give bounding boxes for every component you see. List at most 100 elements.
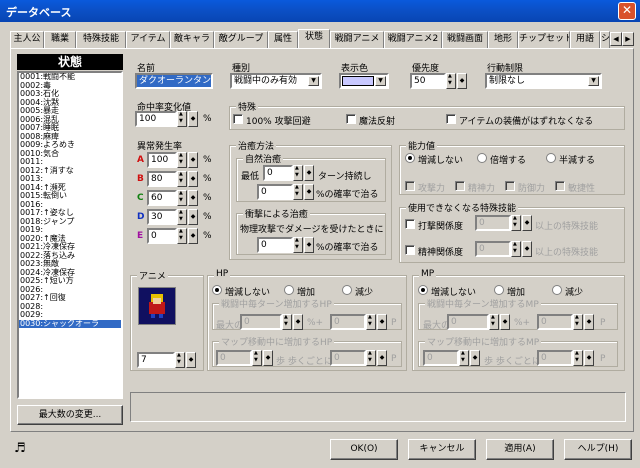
chevron-down-icon[interactable]: ▼ [588,76,599,86]
strike-spinner[interactable] [511,215,521,231]
strike-updown-icon[interactable]: ◆ [522,215,532,231]
min-turn-updown-icon[interactable]: ◆ [304,165,314,181]
tab-enemy-group[interactable]: 敵グループ [214,31,268,48]
equip-lock-checkbox[interactable] [446,114,456,124]
ok-button[interactable]: OK(O) [330,439,398,460]
help-button[interactable]: ヘルプ(H) [564,439,632,460]
anime-spinner[interactable] [175,352,185,368]
hit-updown-icon[interactable]: ◆ [188,111,198,127]
mp-step-input[interactable]: 0 [423,350,459,366]
state-list[interactable]: 0001:戦闘不能 0002:毒 0003:石化 0004:沈黙 0005:暴走 0006… [17,71,123,399]
tab-state[interactable]: 状態 [298,29,330,48]
shock-rate-spinner[interactable] [293,237,303,253]
min-turn-spinner[interactable] [293,165,303,181]
rate-spinner[interactable] [177,228,187,244]
hp-step-input[interactable]: 0 [216,350,252,366]
mp-plus-input[interactable]: 0 [537,314,573,330]
rate-spinner[interactable] [177,209,187,225]
mp-max-input[interactable]: 0 [447,314,489,330]
rate-updown-icon[interactable]: ◆ [188,209,198,225]
evade-checkbox[interactable] [233,114,243,124]
hp-step-spinner[interactable] [252,350,262,366]
ability-half-radio[interactable] [546,153,556,163]
tab-skill[interactable]: 特殊技能 [76,31,126,48]
tab-scroll-left-icon[interactable]: ◀ [610,32,622,46]
list-item[interactable]: 0030:シャックオーラ [19,319,121,328]
rate-updown-icon[interactable]: ◆ [188,171,198,187]
hp-max-updown-icon[interactable]: ◆ [293,314,303,330]
rate-input[interactable]: 80 [147,171,177,187]
nat-rate-spinner[interactable] [293,184,303,200]
mp-step-amount-input[interactable]: 0 [537,350,573,366]
priority-spinner[interactable] [446,73,456,89]
hp-max-input[interactable]: 0 [240,314,282,330]
mind-spinner[interactable] [511,241,521,257]
hp-plus-updown-icon[interactable]: ◆ [377,314,387,330]
hp-step-amount-spinner[interactable] [366,350,376,366]
priority-updown-icon[interactable]: ◆ [457,73,467,89]
mp-dec-radio[interactable] [552,285,562,295]
rate-input[interactable]: 60 [147,190,177,206]
hp-inc-radio[interactable] [284,285,294,295]
priority-input[interactable]: 50 [410,73,446,89]
tab-hero[interactable]: 主人公 [10,31,44,48]
anime-updown-icon[interactable]: ◆ [186,352,196,368]
min-turn-input[interactable]: 0 [263,165,293,181]
mind-input[interactable]: 0 [475,241,511,257]
hp-step-amount-input[interactable]: 0 [330,350,366,366]
tab-battle-screen[interactable]: 戦闘画面 [442,31,488,48]
tab-item[interactable]: アイテム [126,31,170,48]
chevron-down-icon[interactable]: ▼ [308,76,319,86]
shock-rate-updown-icon[interactable]: ◆ [304,237,314,253]
def-checkbox[interactable] [505,181,515,191]
hp-dec-radio[interactable] [342,285,352,295]
nat-rate-input[interactable]: 0 [257,184,293,200]
apply-button[interactable]: 適用(A) [486,439,554,460]
tab-attribute[interactable]: 属性 [268,31,298,48]
mp-inc-radio[interactable] [494,285,504,295]
strike-input[interactable]: 0 [475,215,511,231]
mind-updown-icon[interactable]: ◆ [522,241,532,257]
strike-checkbox[interactable] [405,219,415,229]
hp-step-updown-icon[interactable]: ◆ [263,350,273,366]
hit-input[interactable]: 100 [135,111,177,127]
ability-none-radio[interactable] [405,153,415,163]
mp-step-updown-icon[interactable]: ◆ [470,350,480,366]
hp-plus-spinner[interactable] [366,314,376,330]
tab-chipset[interactable]: チップセット [518,31,570,48]
nat-rate-updown-icon[interactable]: ◆ [304,184,314,200]
hit-spinner[interactable] [177,111,187,127]
rate-input[interactable]: 100 [147,152,177,168]
hp-step-amount-updown-icon[interactable]: ◆ [377,350,387,366]
hp-max-spinner[interactable] [282,314,292,330]
agi-checkbox[interactable] [555,181,565,191]
reflect-checkbox[interactable] [346,114,356,124]
tab-terrain[interactable]: 地形 [488,31,518,48]
ability-double-radio[interactable] [477,153,487,163]
name-input[interactable]: ダクオーランタン [135,73,213,89]
music-note-icon[interactable]: ♬ [14,441,26,456]
rate-updown-icon[interactable]: ◆ [188,228,198,244]
tab-scroll-right-icon[interactable]: ▶ [622,32,634,46]
chevron-down-icon[interactable]: ▼ [375,76,386,86]
restrict-select[interactable]: 制限なし ▼ [485,73,602,89]
mp-plus-spinner[interactable] [573,314,583,330]
mp-max-updown-icon[interactable]: ◆ [500,314,510,330]
atk-checkbox[interactable] [405,181,415,191]
rate-input[interactable]: 0 [147,228,177,244]
anime-input[interactable]: 7 [137,352,175,368]
tab-battle-anim[interactable]: 戦闘アニメ [330,31,384,48]
rate-spinner[interactable] [177,152,187,168]
tab-battle-anim2[interactable]: 戦闘アニメ2 [384,31,442,48]
mind-checkbox[interactable] [405,245,415,255]
rate-spinner[interactable] [177,171,187,187]
hp-none-radio[interactable] [212,285,222,295]
tab-enemy[interactable]: 敵キャラ [170,31,214,48]
mp-max-spinner[interactable] [489,314,499,330]
mp-step-amount-spinner[interactable] [573,350,583,366]
close-button[interactable]: ✕ [618,2,636,20]
mp-none-radio[interactable] [418,285,428,295]
rate-updown-icon[interactable]: ◆ [188,190,198,206]
cancel-button[interactable]: キャンセル [408,439,476,460]
hp-plus-input[interactable]: 0 [330,314,366,330]
